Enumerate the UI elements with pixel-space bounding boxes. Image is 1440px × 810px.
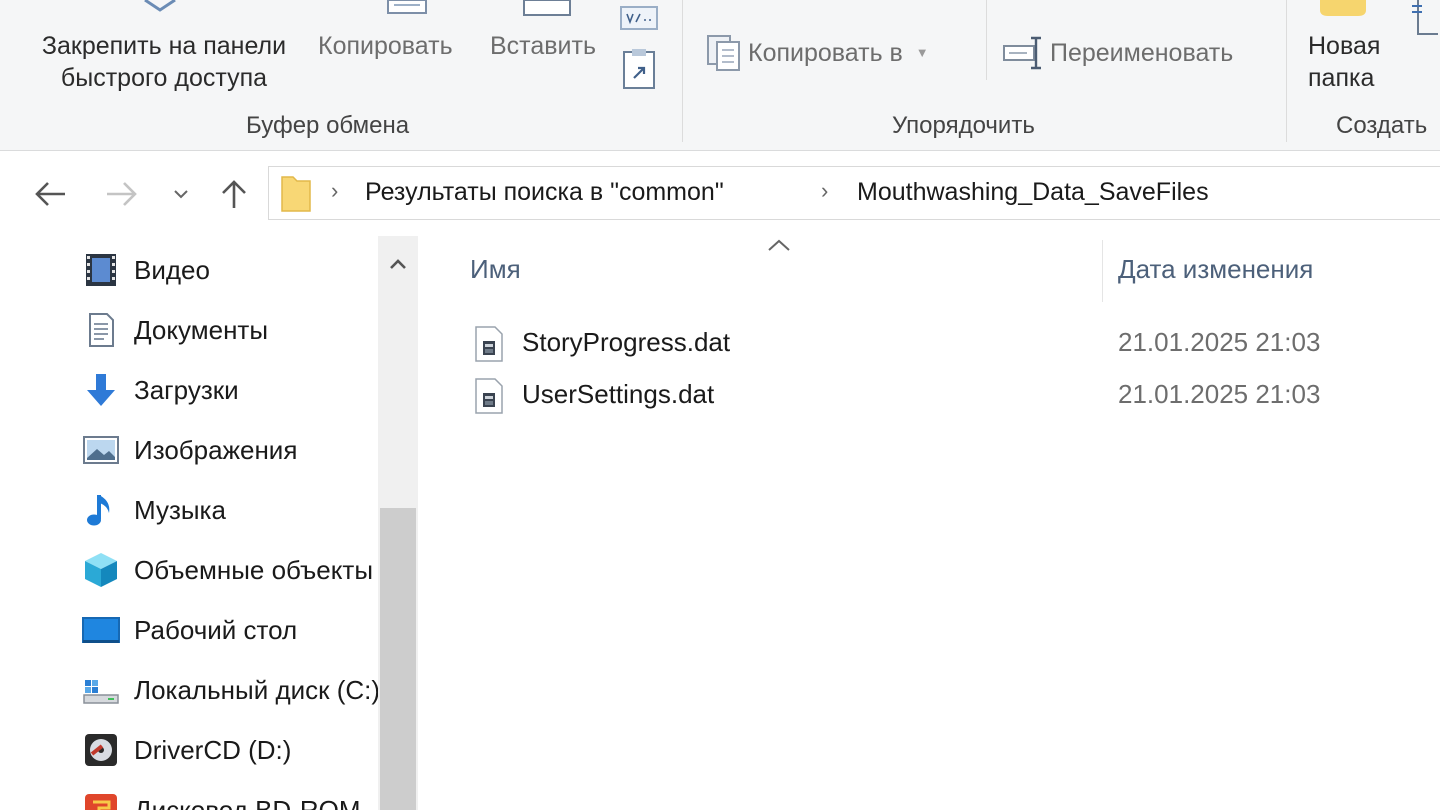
new-folder-button[interactable]: Новая папка — [1308, 30, 1380, 94]
arrow-up-icon — [222, 180, 246, 208]
nav-item-label: Объемные объекты — [134, 554, 374, 585]
pictures-icon — [80, 429, 122, 471]
nav-item-downloads[interactable]: Загрузки — [80, 365, 239, 415]
organize-group-label: Упорядочить — [892, 112, 1035, 139]
clipboard-group-label: Буфер обмена — [246, 112, 410, 139]
nav-item-pictures[interactable]: Изображения — [80, 425, 297, 475]
rename-icon — [1003, 36, 1041, 70]
nav-item-desktop[interactable]: Рабочий стол — [80, 605, 297, 655]
nav-item-label: DriverCD (D:) — [134, 734, 292, 765]
video-icon — [80, 249, 122, 291]
ribbon: Закрепить на панели быстрого доступа Коп… — [0, 0, 1440, 151]
scroll-up-button[interactable] — [380, 244, 416, 284]
pin-quick-access-button[interactable]: Закрепить на панели быстрого доступа — [22, 30, 306, 94]
nav-item-label: Видео — [134, 254, 210, 285]
3d-objects-icon — [80, 549, 122, 591]
nav-item-drivercd[interactable]: DriverCD (D:) — [80, 725, 291, 775]
nav-item-3d-objects[interactable]: Объемные объекты — [80, 545, 373, 595]
nav-item-label: Изображения — [134, 434, 298, 465]
cd-drive-icon — [80, 729, 122, 771]
paste-button[interactable]: Вставить — [490, 30, 596, 62]
pin-label-line2: быстрого доступа — [60, 64, 268, 92]
breadcrumb-search-results[interactable]: Результаты поиска в "common" — [365, 178, 724, 207]
nav-item-label: Музыка — [134, 494, 226, 525]
nav-item-label: Дисковод BD-ROM — [134, 794, 361, 810]
copy-to-label: Копировать в — [748, 39, 903, 67]
navigation-list: Видео Документы Загрузки Изображения Муз… — [0, 236, 378, 810]
up-button[interactable] — [214, 170, 254, 218]
file-name: StoryProgress.dat — [522, 327, 731, 357]
ribbon-separator — [682, 0, 683, 142]
paste-icon — [523, 0, 571, 16]
breadcrumb-current-folder[interactable]: Mouthwashing_Data_SaveFiles — [857, 178, 1209, 207]
column-separator[interactable] — [1102, 240, 1103, 302]
folder-icon — [281, 176, 311, 212]
file-row[interactable]: StoryProgress.dat 21.01.2025 21:03 — [470, 318, 1440, 368]
new-folder-icon — [1320, 0, 1366, 16]
documents-icon — [80, 309, 122, 351]
pin-icon — [144, 0, 176, 12]
file-row[interactable]: UserSettings.dat 21.01.2025 21:03 — [470, 370, 1440, 420]
pin-label-line1: Закрепить на панели — [41, 32, 287, 60]
nav-item-documents[interactable]: Документы — [80, 305, 268, 355]
copy-button[interactable]: Копировать — [318, 30, 453, 62]
nav-item-local-disk[interactable]: Локальный диск (C:) — [80, 665, 378, 715]
bd-rom-icon — [80, 789, 122, 810]
navigation-pane: Видео Документы Загрузки Изображения Муз… — [0, 236, 418, 810]
dat-file-icon — [475, 326, 503, 362]
desktop-icon — [80, 609, 122, 651]
nav-item-label: Загрузки — [134, 374, 239, 405]
copy-path-icon[interactable] — [620, 6, 658, 30]
file-date-modified: 21.01.2025 21:03 — [1118, 327, 1321, 357]
breadcrumb-chevron-icon: › — [821, 178, 829, 203]
file-name: UserSettings.dat — [522, 379, 715, 409]
create-group-label: Создать — [1336, 112, 1428, 139]
sort-ascending-icon — [766, 232, 792, 258]
new-item-icon — [1412, 0, 1438, 35]
forward-button[interactable] — [102, 170, 142, 218]
new-folder-line2: папка — [1308, 64, 1375, 92]
copy-to-button[interactable]: Копировать в ▼ — [748, 37, 929, 73]
arrow-right-icon — [107, 182, 137, 206]
nav-item-label: Рабочий стол — [134, 614, 298, 645]
nav-item-bd-rom[interactable]: Дисковод BD-ROM — [80, 785, 361, 810]
recent-locations-button[interactable] — [164, 170, 198, 218]
rename-button[interactable]: Переименовать — [1050, 37, 1233, 69]
ribbon-separator — [1286, 0, 1287, 142]
dat-file-icon — [475, 378, 503, 414]
nav-item-music[interactable]: Музыка — [80, 485, 226, 535]
chevron-up-icon — [390, 259, 406, 269]
nav-item-video[interactable]: Видео — [80, 245, 210, 295]
copy-icon — [387, 0, 427, 14]
back-button[interactable] — [30, 170, 70, 218]
nav-item-label: Документы — [134, 314, 269, 345]
breadcrumb-chevron-icon: › — [331, 178, 339, 203]
copy-to-icon — [707, 35, 740, 71]
ribbon-separator — [986, 0, 987, 80]
nav-scrollbar-thumb[interactable] — [380, 508, 416, 810]
paste-shortcut-icon[interactable] — [622, 48, 656, 90]
address-bar[interactable]: › Результаты поиска в "common" › Mouthwa… — [268, 166, 1440, 220]
column-header-date-modified[interactable]: Дата изменения — [1118, 254, 1313, 285]
music-icon — [80, 489, 122, 531]
local-disk-icon — [80, 669, 122, 711]
column-header-name[interactable]: Имя — [470, 254, 521, 285]
chevron-down-icon: ▼ — [915, 45, 929, 60]
chevron-down-icon — [174, 190, 188, 199]
arrow-left-icon — [35, 182, 65, 206]
new-folder-line1: Новая — [1308, 32, 1381, 60]
downloads-icon — [80, 369, 122, 411]
nav-item-label: Локальный диск (C:) — [134, 674, 378, 705]
file-date-modified: 21.01.2025 21:03 — [1118, 379, 1321, 409]
